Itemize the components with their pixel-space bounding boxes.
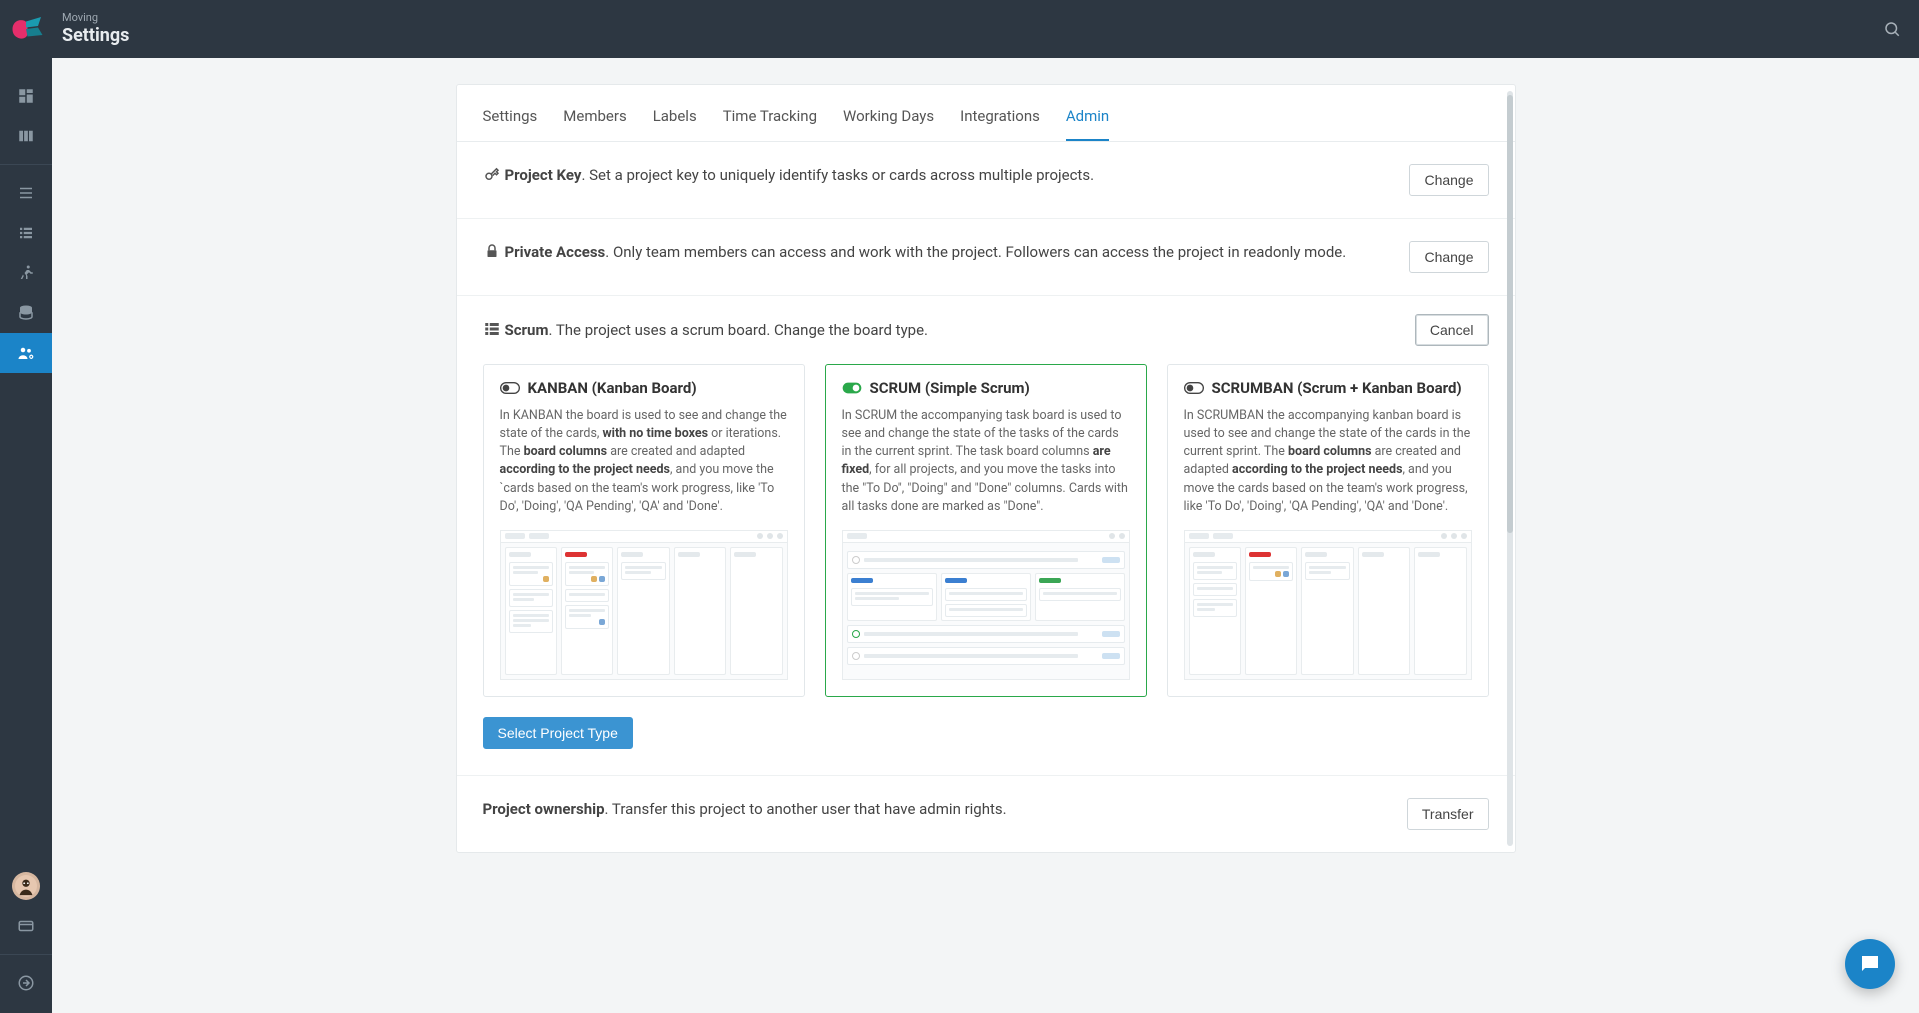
tabs: Settings Members Labels Time Tracking Wo… <box>457 85 1515 142</box>
board-option-scrum[interactable]: SCRUM (Simple Scrum) In SCRUM the accomp… <box>825 364 1147 697</box>
kanban-desc: In KANBAN the board is used to see and c… <box>500 407 788 516</box>
ownership-desc: . Transfer this project to another user … <box>605 800 1007 818</box>
private-access-title: Private Access <box>505 243 606 261</box>
toggle-on-icon <box>842 381 862 395</box>
tab-working-days[interactable]: Working Days <box>843 99 934 141</box>
section-ownership: Project ownership. Transfer this project… <box>457 776 1515 852</box>
project-key-desc: . Set a project key to uniquely identify… <box>581 166 1094 184</box>
scrum-option-desc: In SCRUM the accompanying task board is … <box>842 407 1130 516</box>
settings-card: Settings Members Labels Time Tracking Wo… <box>456 84 1516 853</box>
change-access-button[interactable]: Change <box>1409 241 1488 273</box>
transfer-button[interactable]: Transfer <box>1407 798 1489 830</box>
main-content: Settings Members Labels Time Tracking Wo… <box>52 58 1919 1013</box>
sidebar-item-db[interactable] <box>0 293 52 333</box>
ownership-title: Project ownership <box>483 800 605 818</box>
cancel-board-type-button[interactable]: Cancel <box>1415 314 1489 346</box>
board-option-scrumban[interactable]: SCRUMBAN (Scrum + Kanban Board) In SCRUM… <box>1167 364 1489 697</box>
section-private-access: Private Access. Only team members can ac… <box>457 219 1515 296</box>
key-icon <box>483 166 501 184</box>
search-icon[interactable] <box>1883 20 1901 39</box>
scrumban-preview <box>1184 530 1472 680</box>
tab-time-tracking[interactable]: Time Tracking <box>723 99 817 141</box>
scrum-option-title: SCRUM (Simple Scrum) <box>870 379 1030 397</box>
sidebar-item-run[interactable] <box>0 253 52 293</box>
private-access-desc: . Only team members can access and work … <box>605 243 1346 261</box>
kanban-preview <box>500 530 788 680</box>
scrumban-desc: In SCRUMBAN the accompanying kanban boar… <box>1184 407 1472 516</box>
top-header: Moving Settings <box>0 0 1919 58</box>
tab-settings[interactable]: Settings <box>483 99 538 141</box>
scrum-desc: . The project uses a scrum board. Change… <box>548 321 928 339</box>
tab-integrations[interactable]: Integrations <box>960 99 1040 141</box>
chat-icon <box>1858 952 1882 976</box>
change-project-key-button[interactable]: Change <box>1409 164 1488 196</box>
breadcrumb[interactable]: Moving <box>62 12 1883 23</box>
sidebar-item-dashboard[interactable] <box>0 76 52 116</box>
sidebar-item-billing[interactable] <box>0 906 52 946</box>
toggle-off-icon <box>500 381 520 395</box>
logo[interactable] <box>0 16 52 42</box>
logo-icon <box>8 16 44 42</box>
board-icon <box>483 321 501 339</box>
tab-labels[interactable]: Labels <box>653 99 697 141</box>
lock-icon <box>483 243 501 261</box>
project-key-title: Project Key <box>505 166 582 184</box>
tab-members[interactable]: Members <box>563 99 626 141</box>
scrum-title: Scrum <box>505 321 549 339</box>
section-project-key: Project Key. Set a project key to unique… <box>457 142 1515 219</box>
page-title: Settings <box>62 25 1883 47</box>
section-board-type: Scrum. The project uses a scrum board. C… <box>457 296 1515 776</box>
tab-admin[interactable]: Admin <box>1066 99 1109 141</box>
sidebar-item-board[interactable] <box>0 116 52 156</box>
scrollbar[interactable] <box>1507 91 1513 846</box>
sidebar-item-list[interactable] <box>0 213 52 253</box>
sidebar-user-avatar[interactable] <box>0 866 52 906</box>
kanban-title: KANBAN (Kanban Board) <box>528 379 697 397</box>
select-project-type-button[interactable]: Select Project Type <box>483 717 633 749</box>
sidebar <box>0 58 52 1013</box>
sidebar-item-lines[interactable] <box>0 173 52 213</box>
toggle-off-icon <box>1184 381 1204 395</box>
sidebar-item-team-settings[interactable] <box>0 333 52 373</box>
scrumban-title: SCRUMBAN (Scrum + Kanban Board) <box>1212 379 1462 397</box>
scrum-preview <box>842 530 1130 680</box>
board-option-kanban[interactable]: KANBAN (Kanban Board) In KANBAN the boar… <box>483 364 805 697</box>
chat-fab[interactable] <box>1845 939 1895 989</box>
sidebar-item-logout[interactable] <box>0 963 52 1003</box>
